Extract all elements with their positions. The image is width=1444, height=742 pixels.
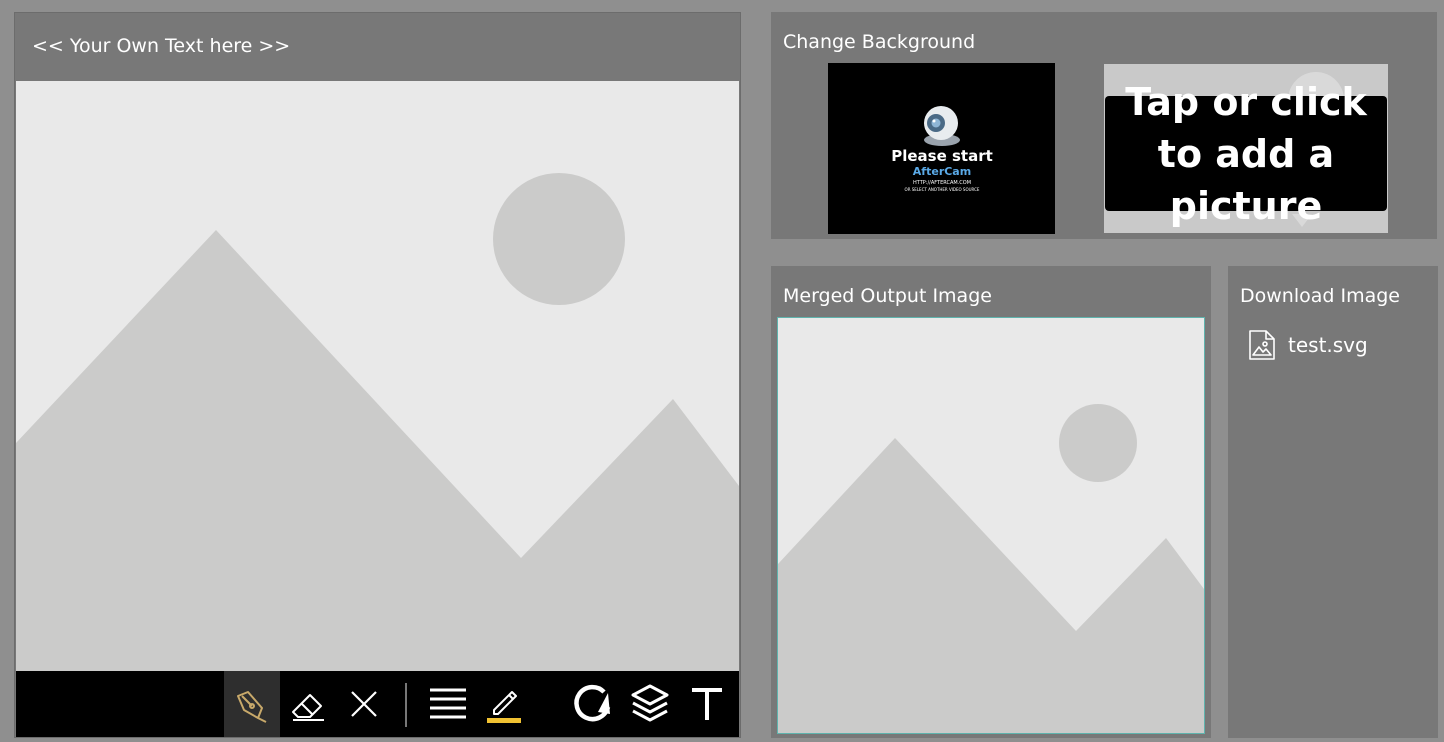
- download-file-name: test.svg: [1288, 333, 1368, 357]
- layers-icon: [631, 684, 669, 722]
- clear-canvas-button[interactable]: [336, 671, 392, 737]
- pen-icon: [237, 691, 267, 723]
- text-tool-button[interactable]: [679, 671, 735, 737]
- download-image-panel: Download Image test.svg: [1228, 266, 1438, 738]
- eraser-icon: [292, 694, 324, 721]
- eraser-tool-button[interactable]: [280, 671, 336, 737]
- drawing-canvas[interactable]: [16, 81, 739, 671]
- toolbar-divider: [405, 683, 407, 727]
- download-file-link[interactable]: test.svg: [1248, 330, 1368, 360]
- bg-text-line1: Please start: [891, 147, 993, 165]
- text-tool-icon: [692, 688, 722, 720]
- merged-output-image: [777, 317, 1205, 734]
- pencil-color-icon: [487, 691, 521, 723]
- change-background-title: Change Background: [783, 31, 976, 53]
- line-width-icon: [430, 688, 466, 719]
- editor-title[interactable]: << Your Own Text here >>: [32, 35, 290, 57]
- layers-button[interactable]: [622, 671, 678, 737]
- merged-output-panel: Merged Output Image: [771, 266, 1211, 738]
- download-image-title: Download Image: [1240, 285, 1400, 307]
- bg-text-line2: AfterCam: [913, 165, 971, 178]
- placeholder-image-icon: [16, 81, 739, 671]
- placeholder-image-icon: [778, 318, 1204, 733]
- pen-tool-button[interactable]: [224, 671, 280, 737]
- merged-output-title: Merged Output Image: [783, 285, 992, 307]
- drawing-toolbar: [16, 671, 739, 737]
- add-picture-label: Tap or click to add a picture: [1105, 80, 1387, 228]
- line-width-button[interactable]: [420, 671, 476, 737]
- clear-icon: [351, 691, 377, 717]
- background-thumbnail[interactable]: Please start AfterCam HTTP://AFTERCAM.CO…: [828, 63, 1055, 234]
- undo-icon: [574, 684, 611, 722]
- add-picture-button[interactable]: Tap or click to add a picture: [1104, 64, 1388, 233]
- undo-button[interactable]: [564, 671, 620, 737]
- stroke-color-button[interactable]: [476, 671, 532, 737]
- image-file-icon: [1249, 330, 1275, 360]
- editor-panel: << Your Own Text here >>: [14, 12, 741, 738]
- bg-text-line4: OR SELECT ANOTHER VIDEO SOURCE: [905, 187, 980, 192]
- change-background-panel: Change Background Please start AfterCam …: [771, 12, 1437, 239]
- webcam-icon: Please start AfterCam HTTP://AFTERCAM.CO…: [828, 63, 1055, 234]
- bg-text-line3: HTTP://AFTERCAM.COM: [913, 180, 971, 186]
